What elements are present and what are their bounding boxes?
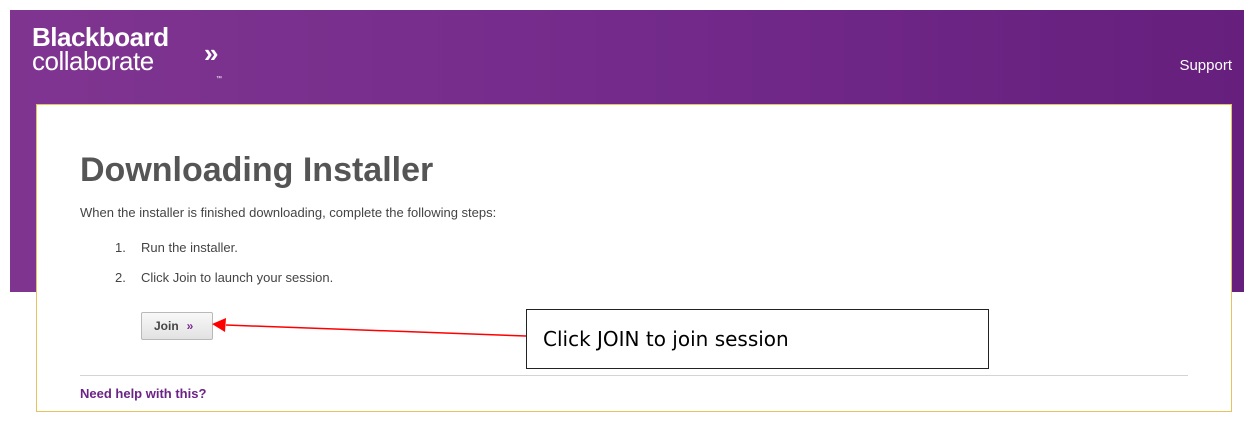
- list-item: 1. Run the installer.: [115, 233, 333, 263]
- step-number: 1.: [115, 240, 126, 255]
- logo-chevron-icon: »: [204, 38, 219, 68]
- step-number: 2.: [115, 270, 126, 285]
- logo-wordmark-collaborate: collaborate: [32, 46, 154, 76]
- instructions-intro: When the installer is finished downloadi…: [80, 205, 497, 220]
- join-button[interactable]: Join »: [141, 312, 213, 340]
- callout-text: Click JOIN to join session: [543, 327, 789, 351]
- step-text: Run the installer.: [141, 240, 238, 255]
- annotation-callout: Click JOIN to join session: [526, 309, 989, 369]
- divider: [80, 375, 1188, 376]
- join-button-label: Join: [154, 319, 179, 333]
- blackboard-collaborate-logo[interactable]: Blackboard collaborate » ™: [32, 24, 222, 82]
- need-help-link[interactable]: Need help with this?: [80, 386, 206, 401]
- support-link[interactable]: Support: [1179, 57, 1232, 74]
- step-text: Click Join to launch your session.: [141, 270, 334, 285]
- logo-trademark: ™: [216, 76, 222, 82]
- double-chevron-right-icon: »: [186, 319, 194, 333]
- steps-list: 1. Run the installer. 2. Click Join to lau…: [115, 233, 333, 293]
- page-title: Downloading Installer: [80, 151, 434, 189]
- list-item: 2. Click Join to launch your session.: [115, 263, 333, 293]
